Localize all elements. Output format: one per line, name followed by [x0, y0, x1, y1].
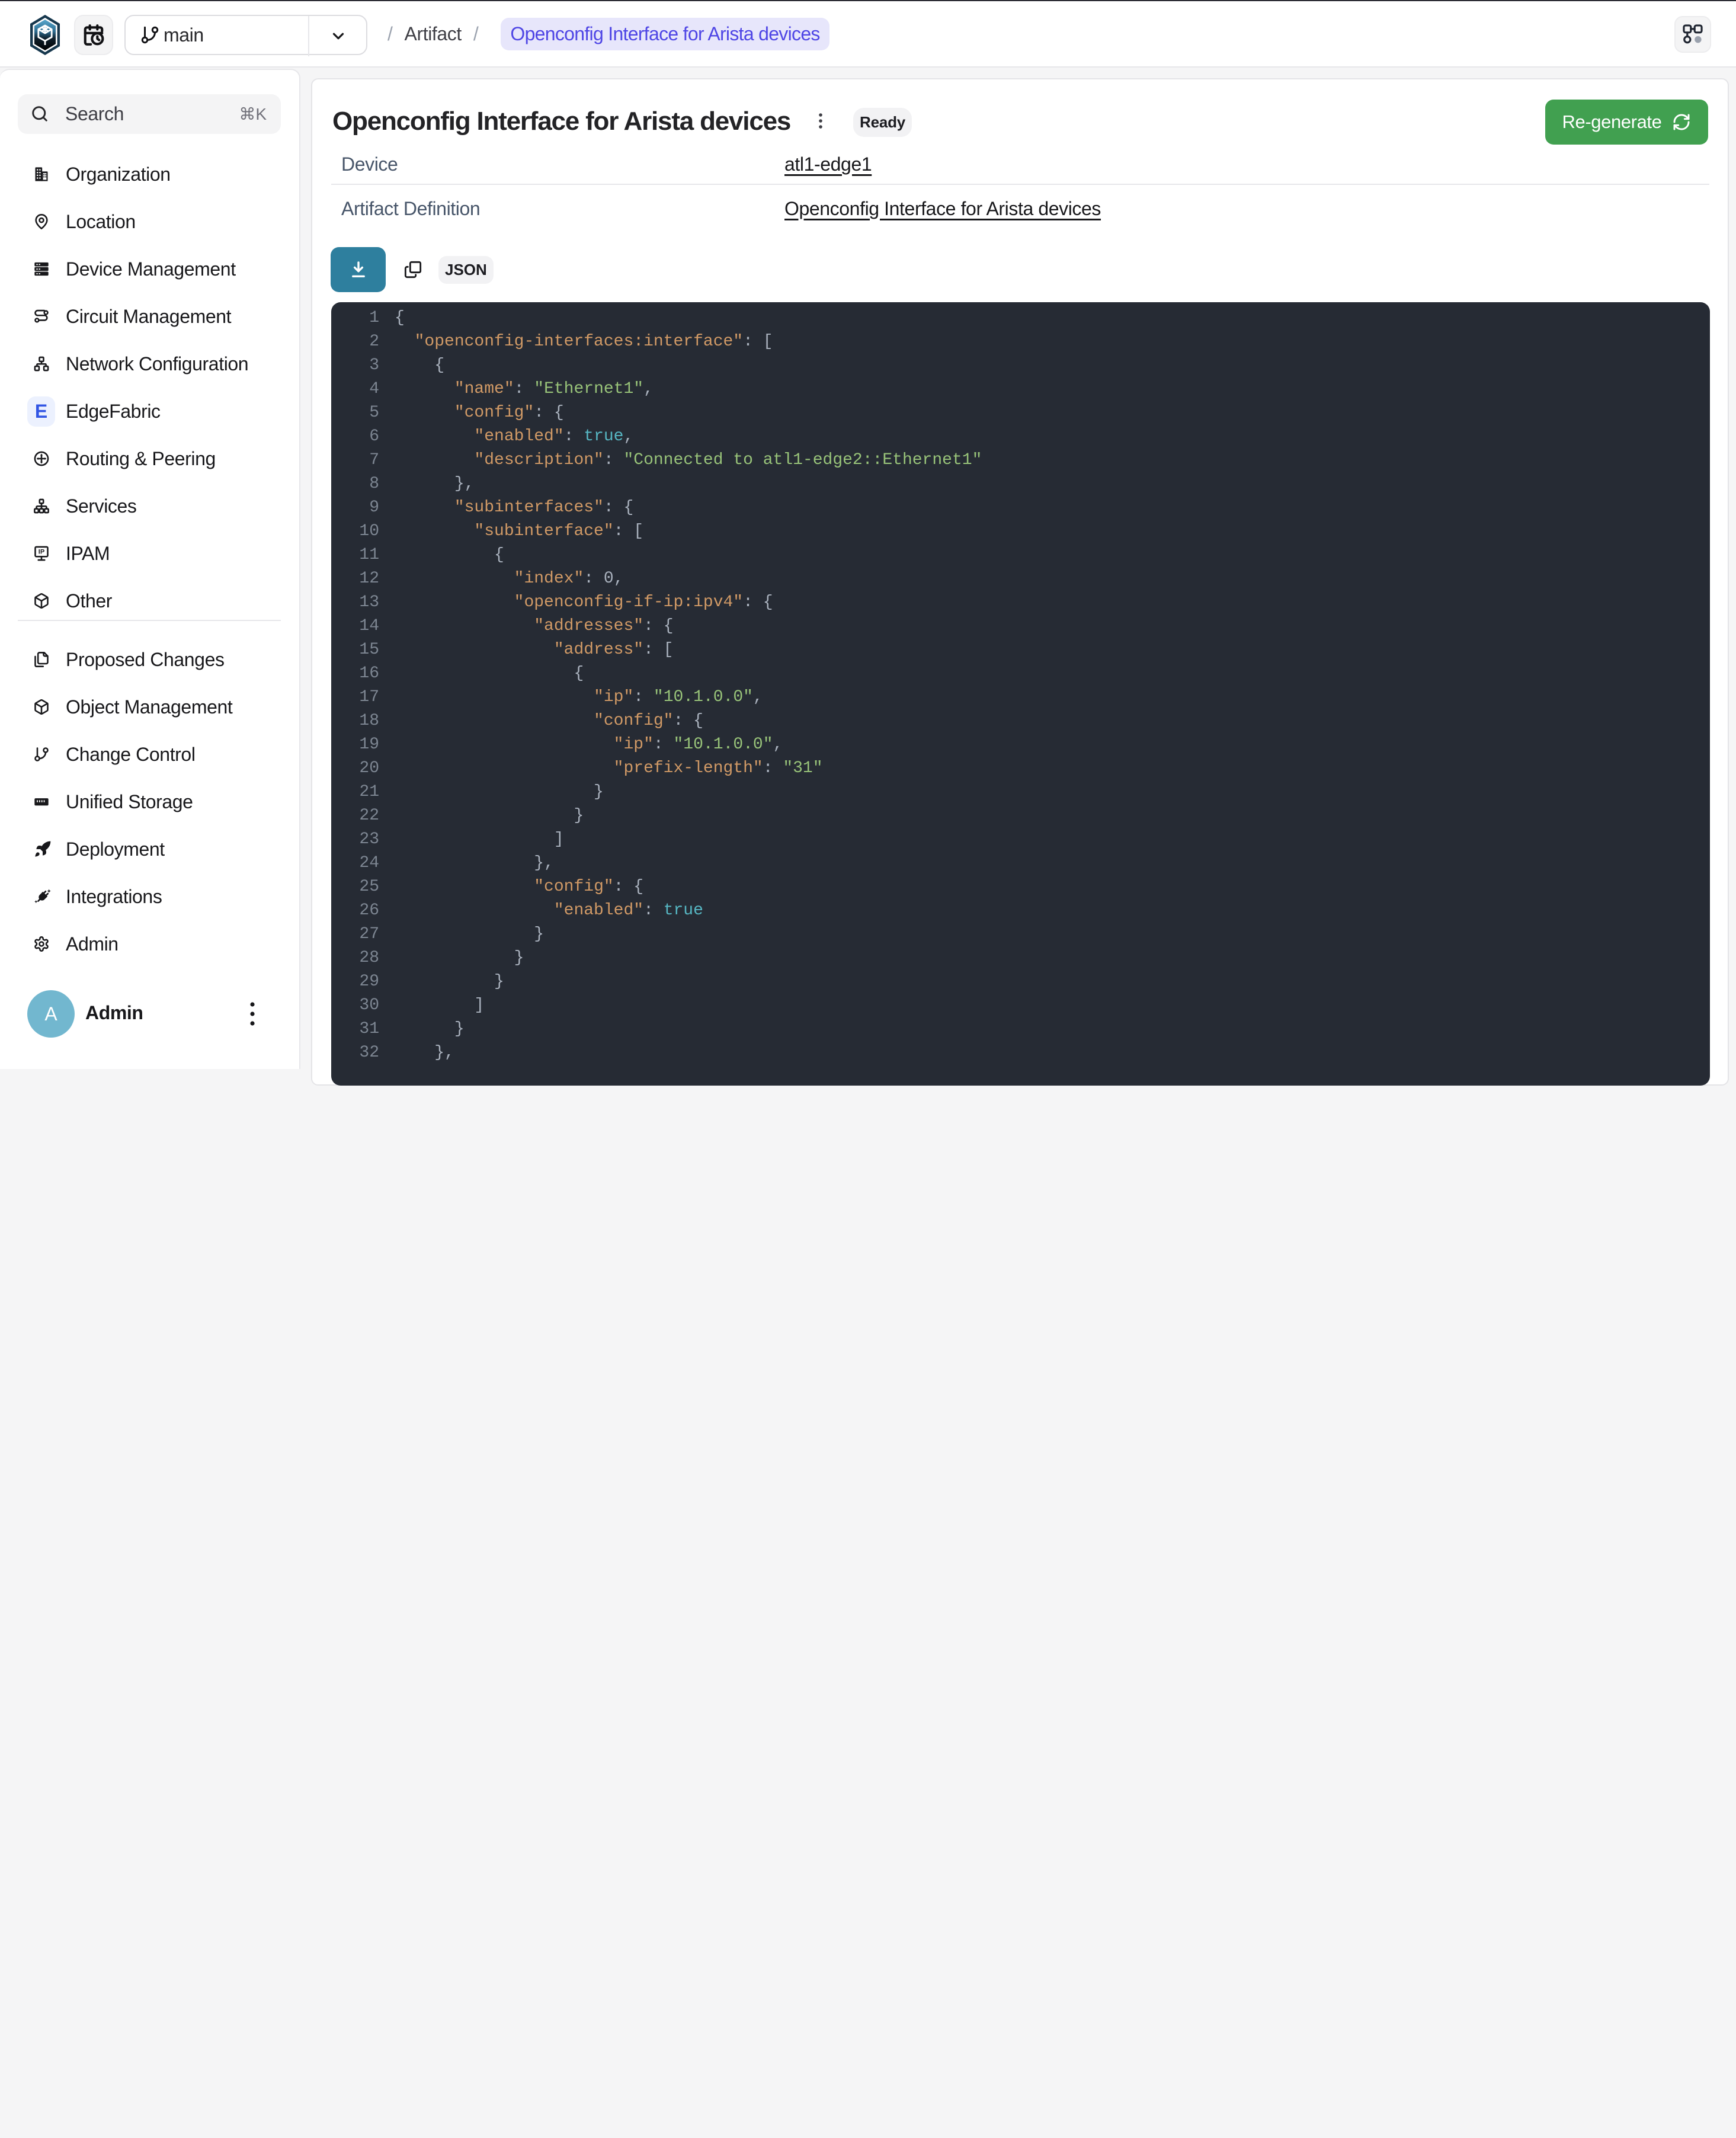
- svg-text:IP: IP: [39, 549, 45, 556]
